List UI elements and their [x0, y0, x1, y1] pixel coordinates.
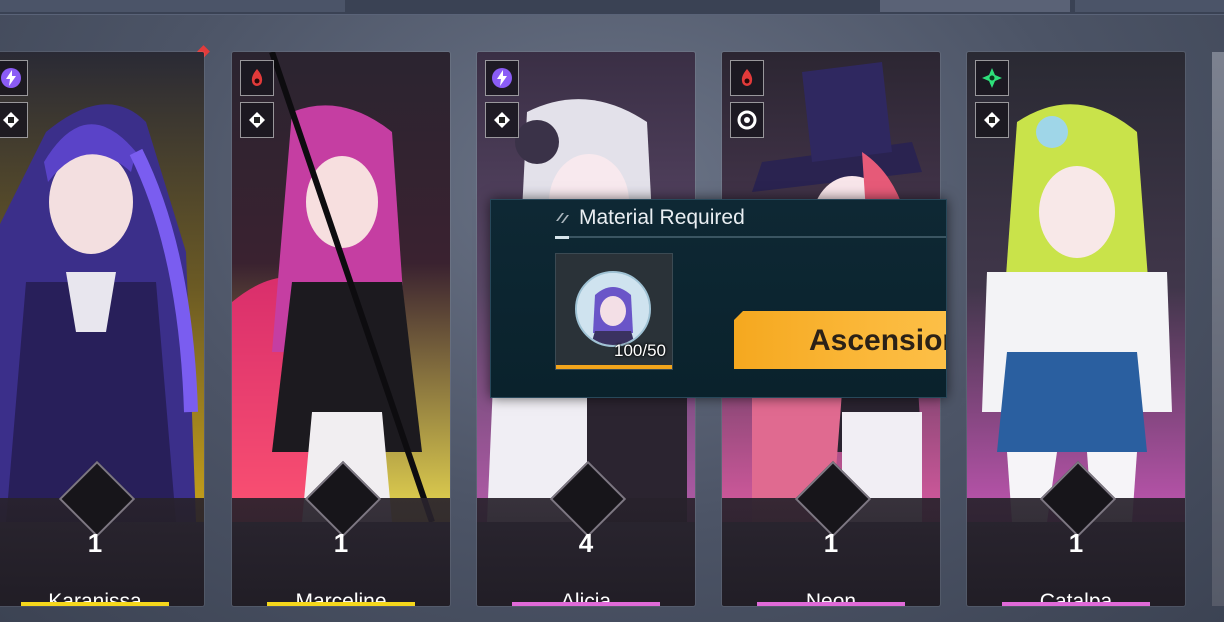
ascension-button[interactable]: Ascension: [734, 311, 947, 369]
stripes-icon: [554, 209, 574, 227]
top-tab-right[interactable]: [880, 0, 1070, 12]
rarity-bar: [21, 602, 169, 606]
fist-icon: [0, 102, 28, 138]
lightning-icon: [0, 60, 28, 96]
wind-icon: [975, 60, 1009, 96]
character-card-karanissa[interactable]: 1 Karanissa ★★★★★★: [0, 52, 204, 606]
material-slot-underline: [556, 365, 672, 369]
rank-number: 1: [87, 528, 103, 558]
character-card-catalpa[interactable]: 1 Catalpa ★★★★★★: [967, 52, 1185, 606]
title-divider-accent: [555, 236, 569, 239]
next-card-edge[interactable]: [1212, 52, 1224, 606]
rarity-bar: [512, 602, 660, 606]
rank-number: 1: [333, 528, 349, 558]
character-art: [0, 52, 204, 522]
top-tab-left[interactable]: [0, 0, 345, 12]
fist-icon: [485, 102, 519, 138]
rank-number: 1: [1068, 528, 1084, 558]
fist-icon: [240, 102, 274, 138]
title-divider: [555, 236, 946, 238]
lightning-icon: [485, 60, 519, 96]
fist-icon: [975, 102, 1009, 138]
rarity-bar: [757, 602, 905, 606]
ring-icon: [730, 102, 764, 138]
material-slot[interactable]: 100/50: [555, 253, 673, 370]
character-shard-avatar: [575, 271, 651, 347]
rank-number: 1: [823, 528, 839, 558]
top-tab-far-right[interactable]: [1075, 0, 1224, 12]
fire-icon: [240, 60, 274, 96]
material-count: 100/50: [614, 341, 666, 360]
character-card-marceline[interactable]: 1 Marceline ★★★★★★: [232, 52, 450, 606]
top-tab-bar: [0, 0, 1224, 15]
fire-icon: [730, 60, 764, 96]
rarity-bar: [1002, 602, 1150, 606]
rank-number: 4: [578, 528, 594, 558]
ascension-button-label: Ascension: [809, 324, 947, 357]
popup-title: Material Required: [579, 206, 745, 229]
material-required-popup: Material Required 100/50 Ascension: [490, 199, 947, 398]
rarity-bar: [267, 602, 415, 606]
